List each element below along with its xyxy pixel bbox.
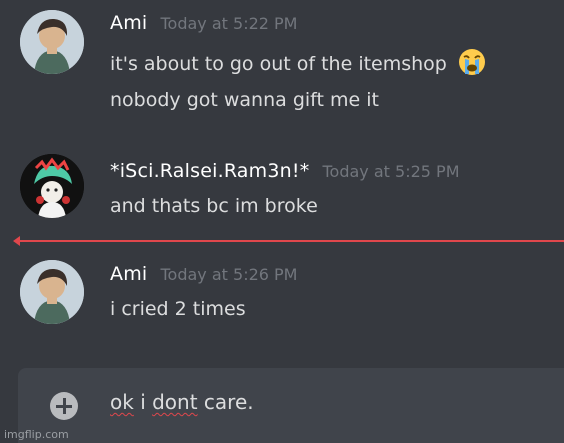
message-timestamp: Today at 5:26 PM	[160, 265, 298, 284]
composer-input[interactable]: ok i dont care.	[110, 390, 254, 414]
author-line: *iSci.Ralsei.Ram3n!* Today at 5:25 PM	[110, 160, 460, 182]
loudly-crying-face-icon	[457, 47, 487, 82]
avatar-ami[interactable]	[20, 260, 84, 324]
message-line: i cried 2 times	[110, 298, 246, 320]
author-line: Ami Today at 5:22 PM	[110, 12, 297, 34]
message-text: it's about to go out of the itemshop	[110, 47, 487, 82]
message-composer[interactable]: ok i dont care.	[18, 368, 564, 443]
misspelled-word: ok	[110, 390, 134, 414]
author-line: Ami Today at 5:26 PM	[110, 263, 297, 285]
composer-word: i	[140, 390, 146, 414]
plus-circle-icon[interactable]	[50, 392, 78, 420]
author-name[interactable]: Ami	[110, 263, 147, 285]
author-name[interactable]: *iSci.Ralsei.Ram3n!*	[110, 160, 309, 182]
new-messages-divider	[18, 240, 564, 242]
avatar-ami[interactable]	[20, 10, 84, 74]
message-timestamp: Today at 5:22 PM	[160, 14, 298, 33]
message-line: nobody got wanna gift me it	[110, 89, 379, 111]
avatar-isci[interactable]	[20, 154, 84, 218]
composer-word: care.	[197, 390, 254, 414]
author-name[interactable]: Ami	[110, 12, 147, 34]
misspelled-word: dont	[152, 390, 198, 414]
watermark: imgflip.com	[4, 428, 69, 441]
message-line: and thats bc im broke	[110, 195, 318, 217]
message-timestamp: Today at 5:25 PM	[322, 162, 460, 181]
message-line: it's about to go out of the itemshop	[110, 53, 447, 75]
